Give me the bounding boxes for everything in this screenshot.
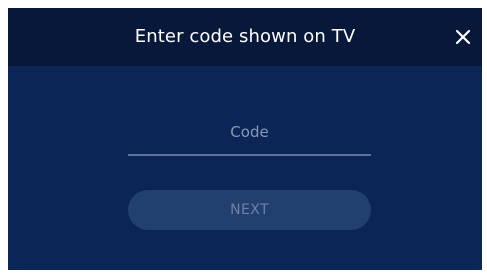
close-icon	[452, 26, 474, 48]
dialog-title: Enter code shown on TV	[134, 26, 356, 47]
dialog-panel: Enter code shown on TV NEXT	[8, 8, 482, 270]
code-input-underline	[128, 154, 371, 156]
code-input[interactable]	[128, 112, 371, 152]
code-field-wrapper	[128, 112, 371, 156]
tv-code-dialog: Enter code shown on TV NEXT	[0, 0, 487, 275]
dialog-header: Enter code shown on TV	[8, 8, 482, 66]
next-button[interactable]: NEXT	[128, 190, 371, 230]
close-button[interactable]	[452, 26, 474, 48]
